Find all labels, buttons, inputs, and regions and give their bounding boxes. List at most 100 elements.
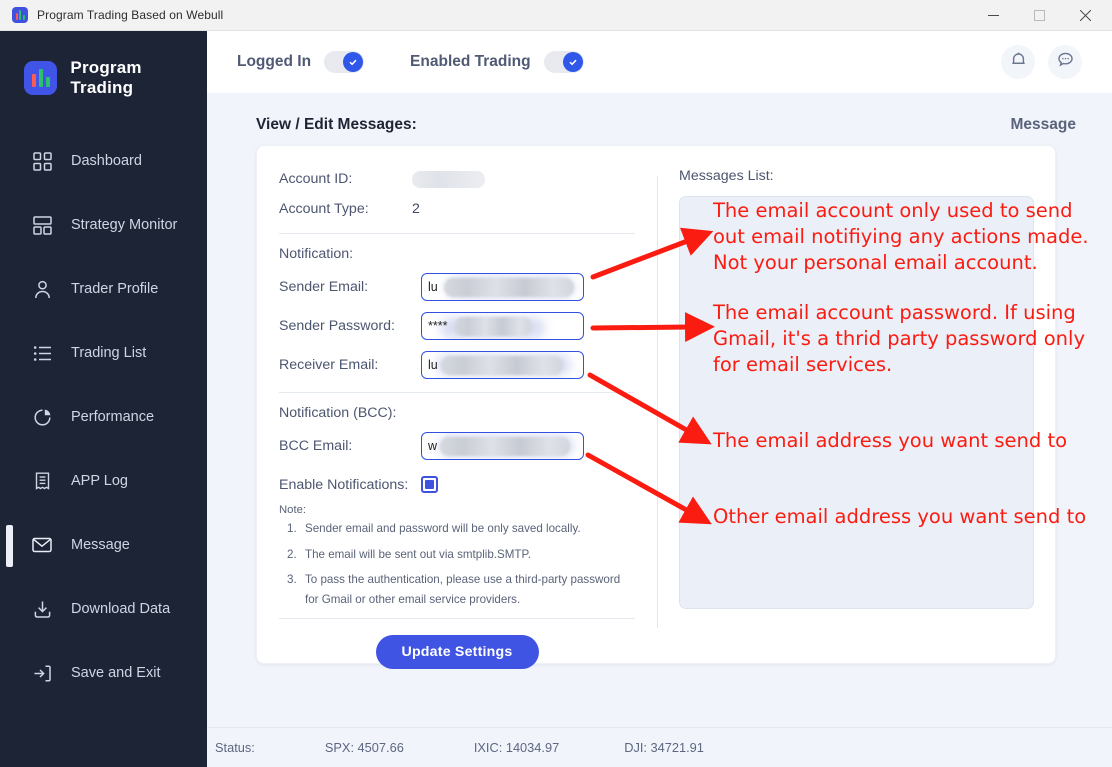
window-title: Program Trading Based on Webull [37,8,224,22]
window-controls [970,0,1112,31]
account-id-label: Account ID: [279,171,353,187]
sender-password-value: **** [428,319,448,333]
note-number: 3. [287,573,297,587]
bell-icon [1010,51,1027,73]
note-item: 3. To pass the authentication, please us… [287,572,657,588]
sender-email-row: Sender Email: lu [257,273,657,301]
note-item: 2. The email will be sent out via smtpli… [287,547,657,563]
sidebar-item-label: Strategy Monitor [71,217,178,233]
note-text: The email will be sent out via smtplib.S… [305,547,531,561]
page-section-label: Message [1010,116,1076,133]
messages-column: Messages List: [657,146,1057,665]
close-button[interactable] [1062,0,1108,31]
divider [279,617,635,619]
bcc-email-input[interactable]: w [421,432,584,460]
sidebar: Program Trading Dashboard Strategy Monit… [0,31,207,767]
check-icon [562,52,583,72]
envelope-icon [31,534,53,556]
bcc-section-label: Notification (BCC): [279,405,397,421]
app-logo-icon [12,7,28,23]
enable-notifications-row: Enable Notifications: [257,476,657,493]
sender-email-value: lu [428,280,438,294]
sidebar-item-label: Message [71,537,130,553]
content-area: View / Edit Messages: Message Account ID… [207,93,1112,727]
content-header: View / Edit Messages: Message [207,93,1112,134]
sidebar-item-strategy-monitor[interactable]: Strategy Monitor [0,193,207,257]
divider [279,233,635,234]
account-type-label: Account Type: [279,201,369,217]
minimize-button[interactable] [970,0,1016,31]
account-type-row: Account Type: 2 [257,194,657,224]
sidebar-item-dashboard[interactable]: Dashboard [0,129,207,193]
top-header: Logged In Enabled Trading [207,31,1112,93]
sidebar-item-trading-list[interactable]: Trading List [0,321,207,385]
account-id-row: Account ID: [257,164,657,194]
messages-list-box[interactable] [679,196,1034,609]
logged-in-toggle-group: Logged In [237,51,365,73]
user-icon [31,278,53,300]
note-list: 1. Sender email and password will be onl… [257,521,657,588]
enabled-trading-label: Enabled Trading [410,53,531,70]
receiver-email-input[interactable]: lu [421,351,584,379]
note-number: 1. [287,522,297,535]
sender-password-input[interactable]: **** [421,312,584,340]
bcc-email-value: w [428,439,438,453]
brand-logo-icon [24,60,58,95]
sidebar-item-app-log[interactable]: APP Log [0,449,207,513]
messages-list-label: Messages List: [679,168,774,184]
status-label: Status: [215,740,255,755]
update-settings-wrap: Update Settings [257,634,657,669]
sender-password-row: Sender Password: **** [257,312,657,340]
logged-in-label: Logged In [237,53,312,70]
chat-button[interactable] [1048,45,1082,79]
sidebar-item-label: Dashboard [71,153,142,169]
note-number: 2. [287,547,297,561]
sidebar-item-label: Trader Profile [71,281,159,297]
sidebar-item-download-data[interactable]: Download Data [0,577,207,641]
ticker-dji: DJI: 34721.91 [624,740,704,755]
receipt-icon [31,470,53,492]
sidebar-item-label: Trading List [71,345,147,361]
maximize-button[interactable] [1016,0,1062,31]
app-window: Program Trading Based on Webull Program … [0,0,1112,767]
pie-chart-icon [31,406,53,428]
sidebar-item-label: Save and Exit [71,665,161,681]
sidebar-item-message[interactable]: Message [0,513,207,577]
enabled-trading-switch[interactable] [543,51,584,73]
list-icon [31,342,53,364]
check-icon [343,52,364,72]
sidebar-nav: Dashboard Strategy Monitor Trader Profil… [0,129,207,705]
divider [279,392,635,393]
chat-icon [1057,51,1074,73]
status-bar: Status: SPX: 4507.66 IXIC: 14034.97 DJI:… [207,727,1112,767]
note-label: Note: [279,504,307,516]
update-settings-button[interactable]: Update Settings [375,634,539,669]
enable-notifications-checkbox[interactable] [421,476,438,493]
receiver-email-row: Receiver Email: lu [257,351,657,379]
sidebar-item-label: Performance [71,409,155,425]
notifications-button[interactable] [1001,45,1035,79]
sidebar-item-save-and-exit[interactable]: Save and Exit [0,641,207,705]
brand-name: Program Trading [70,57,142,97]
note-continuation: for Gmail or other email service provide… [305,592,521,606]
note-text: Sender email and password will be only s… [305,522,581,535]
ticker-ixic: IXIC: 14034.97 [473,740,560,755]
layout-icon [31,214,53,236]
account-id-value [412,170,485,188]
enable-notifications-label: Enable Notifications: [279,476,409,493]
exit-icon [31,662,53,684]
logged-in-switch[interactable] [324,51,365,73]
enabled-trading-toggle-group: Enabled Trading [410,51,584,73]
sidebar-item-label: Download Data [71,601,171,617]
bcc-email-row: BCC Email: w [257,432,657,460]
account-type-value: 2 [412,201,420,217]
sidebar-item-trader-profile[interactable]: Trader Profile [0,257,207,321]
sender-email-input[interactable]: lu [421,273,584,301]
sidebar-item-performance[interactable]: Performance [0,385,207,449]
title-bar-left: Program Trading Based on Webull [0,7,223,23]
checkbox-fill-icon [425,480,434,489]
receiver-email-label: Receiver Email: [279,357,379,373]
settings-column: Account ID: Account Type: 2 Notification… [257,146,657,669]
sender-email-label: Sender Email: [279,279,369,295]
receiver-email-value: lu [428,358,438,372]
